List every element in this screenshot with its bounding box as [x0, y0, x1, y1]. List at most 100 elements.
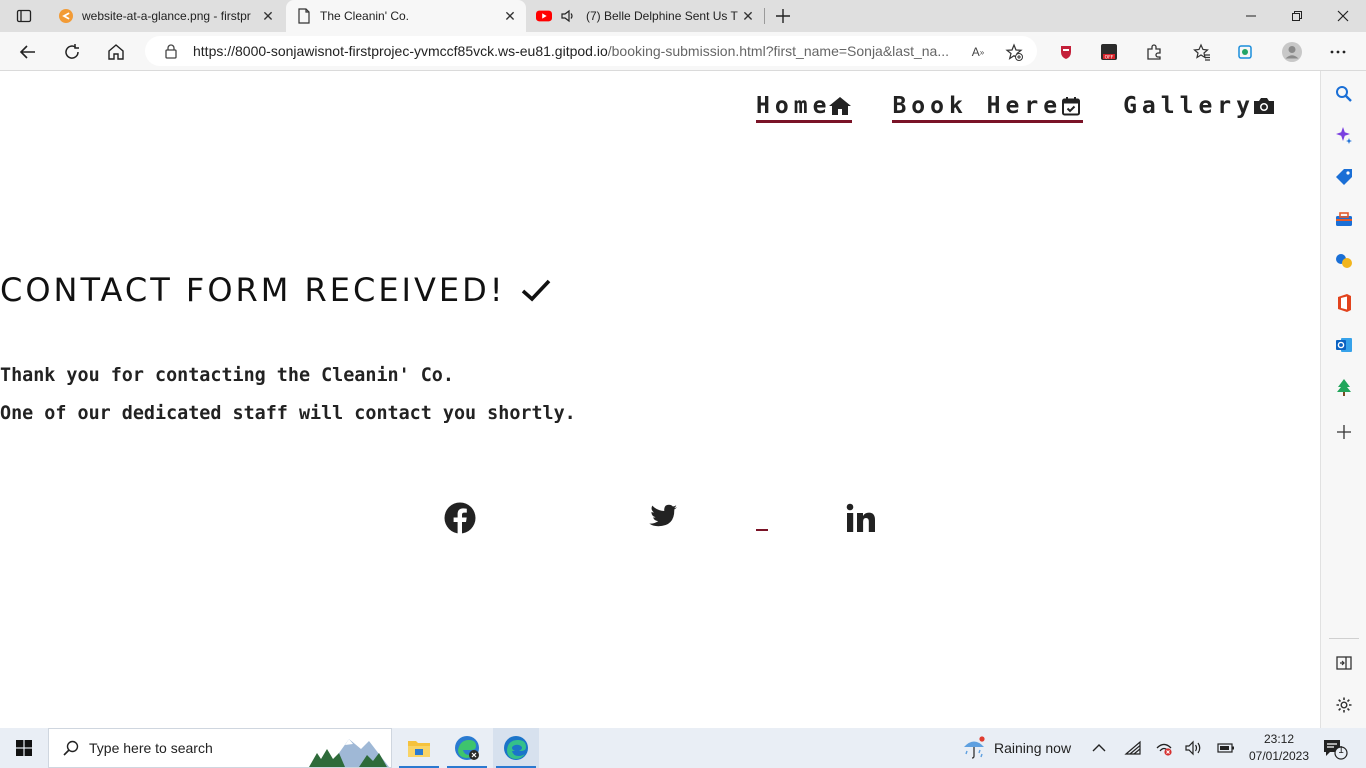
close-tab-icon[interactable]: ✕: [258, 6, 278, 26]
notification-count: 1: [1338, 745, 1344, 756]
collections-icon: [1238, 45, 1252, 59]
youtube-icon: [536, 8, 552, 24]
extension-shield-button[interactable]: [1052, 38, 1080, 66]
extension-off-button[interactable]: OFF: [1095, 38, 1123, 66]
sidebar-settings-icon[interactable]: [1333, 694, 1355, 716]
clock-date: 07/01/2023: [1248, 749, 1310, 763]
nav-book-label: Book Here: [892, 92, 1063, 119]
tools-toolbox-icon[interactable]: [1333, 208, 1355, 230]
tab-title: The Cleanin' Co.: [320, 9, 410, 23]
home-button[interactable]: [102, 38, 130, 66]
speaker-icon[interactable]: [560, 8, 578, 24]
battery-icon[interactable]: [1217, 739, 1235, 757]
address-bar[interactable]: https://8000-sonjawisnot-firstprojec-yvm…: [145, 36, 1037, 66]
address-toolbar: https://8000-sonjawisnot-firstprojec-yvm…: [0, 32, 1366, 71]
sidebar-divider: [1329, 638, 1359, 639]
hide-sidebar-icon[interactable]: [1333, 652, 1355, 674]
calendar-check-icon: [1059, 95, 1083, 117]
add-sidebar-app-icon[interactable]: [1333, 421, 1355, 443]
collections-button[interactable]: [1231, 38, 1259, 66]
gitpod-icon: [58, 8, 74, 24]
network-error-icon[interactable]: [1155, 739, 1173, 757]
edge-dev-icon: [455, 736, 479, 760]
twitter-link[interactable]: [644, 501, 678, 535]
plus-icon: [776, 9, 790, 23]
close-window-button[interactable]: [1320, 0, 1366, 32]
site-nav: Home Book Here Gallery: [716, 93, 1276, 123]
taskbar-search[interactable]: Type here to search: [48, 728, 392, 768]
nav-gallery-label: Gallery: [1123, 92, 1255, 119]
clock-time: 23:12: [1263, 732, 1295, 746]
more-icon: [1330, 50, 1346, 54]
outlook-icon[interactable]: [1333, 334, 1355, 356]
puzzle-icon: [1147, 44, 1161, 60]
tab-cleanin-co[interactable]: The Cleanin' Co. ✕: [286, 0, 526, 32]
edge-sidebar: [1320, 71, 1366, 728]
nav-gallery[interactable]: Gallery: [1123, 93, 1276, 123]
twitter-icon: [649, 504, 677, 527]
search-icon[interactable]: [1333, 83, 1355, 105]
restore-button[interactable]: [1274, 0, 1320, 32]
settings-more-button[interactable]: [1324, 38, 1352, 66]
svg-text:OFF: OFF: [1105, 54, 1114, 60]
weather-widget[interactable]: Raining now: [962, 728, 1071, 768]
edge-app[interactable]: [493, 728, 539, 768]
games-icon[interactable]: [1333, 250, 1355, 272]
file-explorer-app[interactable]: [396, 728, 442, 768]
show-hidden-icons-icon[interactable]: [1090, 739, 1108, 757]
tab-strip: website-at-a-glance.png - firstpr ✕ The …: [0, 0, 1366, 32]
tab-actions-icon: [16, 9, 32, 23]
link-underline: [756, 529, 768, 531]
linkedin-link[interactable]: [844, 501, 878, 535]
back-arrow-icon: [19, 45, 35, 59]
shopping-tag-icon[interactable]: [1333, 166, 1355, 188]
thank-you-message: Thank you for contacting the Cleanin' Co…: [0, 365, 454, 386]
favorites-icon: [1193, 43, 1210, 61]
back-button[interactable]: [14, 38, 42, 66]
favorites-button[interactable]: [1188, 38, 1216, 66]
extensions-button[interactable]: [1140, 38, 1168, 66]
edge-beta-app[interactable]: [444, 728, 490, 768]
facebook-link[interactable]: [443, 501, 477, 535]
home-icon: [108, 44, 124, 60]
tab-youtube[interactable]: (7) Belle Delphine Sent Us Th ✕: [526, 0, 764, 32]
wifi-icon[interactable]: [1124, 739, 1142, 757]
url-text[interactable]: https://8000-sonjawisnot-firstprojec-yvm…: [193, 43, 953, 59]
house-icon: [828, 95, 852, 117]
tree-icon[interactable]: [1333, 376, 1355, 398]
discover-sparkle-icon[interactable]: [1333, 124, 1355, 146]
close-icon: [1337, 10, 1349, 22]
search-highlight-image: [309, 729, 391, 767]
refresh-button[interactable]: [58, 38, 86, 66]
volume-icon[interactable]: [1185, 739, 1203, 757]
add-favorite-icon[interactable]: [1005, 43, 1023, 61]
start-button[interactable]: [0, 728, 48, 768]
page-icon: [296, 8, 312, 24]
checkmark-icon: [520, 274, 552, 306]
profile-button[interactable]: [1278, 38, 1306, 66]
office-icon[interactable]: [1333, 292, 1355, 314]
minimize-button[interactable]: [1228, 0, 1274, 32]
notifications-button[interactable]: 1: [1322, 738, 1348, 760]
nav-home[interactable]: Home: [756, 93, 853, 123]
camera-icon: [1252, 95, 1276, 117]
tab-title: (7) Belle Delphine Sent Us Th: [586, 9, 738, 23]
avatar-icon: [1282, 42, 1302, 62]
windows-taskbar: Type here to search Raining now 23:12 07…: [0, 728, 1366, 768]
lock-icon[interactable]: [163, 43, 179, 59]
tab-website-at-a-glance[interactable]: website-at-a-glance.png - firstpr ✕: [48, 0, 284, 32]
tab-actions-button[interactable]: [10, 6, 38, 26]
close-tab-icon[interactable]: ✕: [738, 6, 758, 26]
linkedin-icon: [846, 503, 875, 532]
close-tab-icon[interactable]: ✕: [500, 6, 520, 26]
url-path: /booking-submission.html?first_name=Sonj…: [607, 43, 949, 59]
umbrella-rain-icon: [964, 736, 985, 759]
search-icon: [63, 740, 79, 756]
search-placeholder: Type here to search: [89, 740, 213, 756]
nav-book-here[interactable]: Book Here: [892, 92, 1084, 123]
weather-text: Raining now: [994, 740, 1072, 756]
new-tab-button[interactable]: [771, 4, 795, 28]
clock[interactable]: 23:12 07/01/2023: [1244, 731, 1314, 765]
read-aloud-icon[interactable]: A»: [969, 43, 987, 61]
folder-icon: [408, 741, 430, 757]
